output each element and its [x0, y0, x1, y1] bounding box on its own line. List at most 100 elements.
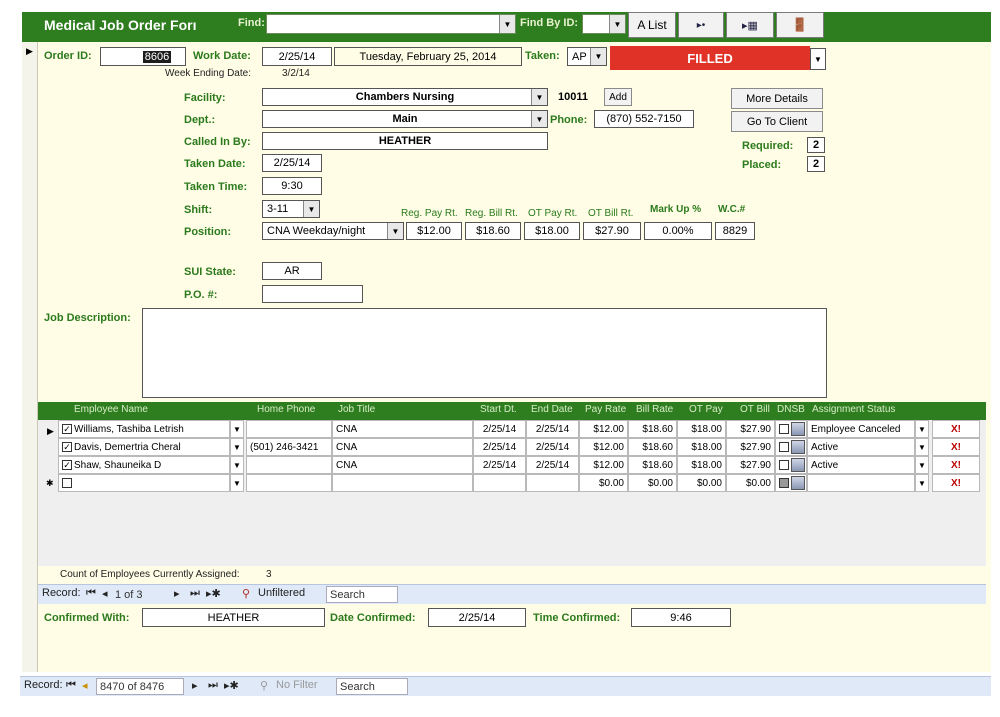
- employee-name-cell[interactable]: ✓ Williams, Tashiba Letrish: [58, 420, 230, 438]
- start-date-cell[interactable]: [473, 474, 526, 492]
- required-field[interactable]: 2: [807, 137, 825, 153]
- remove-assignment-button[interactable]: X!: [932, 474, 980, 492]
- search-box[interactable]: Search: [326, 586, 398, 603]
- taken-time-field[interactable]: 9:30: [262, 177, 322, 195]
- taken-combobox[interactable]: AP ▼: [567, 47, 607, 66]
- home-phone-cell[interactable]: [246, 456, 332, 474]
- job-description-field[interactable]: [142, 308, 827, 398]
- chevron-down-icon[interactable]: ▼: [590, 48, 606, 65]
- selected-checkbox[interactable]: ✓: [62, 460, 72, 470]
- remove-assignment-button[interactable]: X!: [932, 438, 980, 456]
- start-date-cell[interactable]: 2/25/14: [473, 420, 526, 438]
- chevron-down-icon[interactable]: ▼: [915, 438, 929, 456]
- chevron-down-icon[interactable]: ▼: [609, 15, 625, 33]
- more-details-button[interactable]: More Details: [731, 88, 823, 109]
- calendar-icon[interactable]: [791, 476, 805, 490]
- ot-pay-field[interactable]: $18.00: [524, 222, 580, 240]
- chevron-down-icon[interactable]: ▼: [230, 456, 244, 474]
- calendar-icon[interactable]: [791, 458, 805, 472]
- home-phone-cell[interactable]: [246, 420, 332, 438]
- next-record-icon[interactable]: ▸: [174, 587, 180, 600]
- employee-name-cell[interactable]: ✓ Shaw, Shauneika D: [58, 456, 230, 474]
- find-by-id-combobox[interactable]: ▼: [582, 14, 626, 34]
- first-record-icon[interactable]: ⏮: [86, 587, 96, 600]
- next-record-button[interactable]: ▸•: [678, 12, 724, 38]
- selected-checkbox[interactable]: ✓: [62, 424, 72, 434]
- search-box[interactable]: Search: [336, 678, 408, 695]
- bill-rate-cell[interactable]: $0.00: [628, 474, 677, 492]
- start-date-cell[interactable]: 2/25/14: [473, 438, 526, 456]
- chevron-down-icon[interactable]: ▼: [230, 420, 244, 438]
- record-position[interactable]: 1 of 3: [112, 586, 172, 603]
- bill-rate-cell[interactable]: $18.60: [628, 420, 677, 438]
- selected-checkbox[interactable]: ✓: [62, 442, 72, 452]
- sui-state-field[interactable]: AR: [262, 262, 322, 280]
- dnsb-checkbox[interactable]: [779, 442, 789, 452]
- reg-pay-field[interactable]: $12.00: [406, 222, 462, 240]
- record-selector-strip[interactable]: ▶: [22, 42, 38, 672]
- dnsb-checkbox[interactable]: [779, 460, 789, 470]
- next-record-icon[interactable]: ▸: [192, 679, 198, 692]
- called-in-by-field[interactable]: HEATHER: [262, 132, 548, 150]
- dnsb-checkbox[interactable]: [779, 424, 789, 434]
- filter-status[interactable]: Unfiltered: [258, 587, 305, 599]
- start-date-cell[interactable]: 2/25/14: [473, 456, 526, 474]
- ot-bill-cell[interactable]: $27.90: [726, 456, 775, 474]
- phone-field[interactable]: (870) 552-7150: [594, 110, 694, 128]
- new-record-button[interactable]: ▸▦: [726, 12, 774, 38]
- employee-name-cell[interactable]: ✓ Davis, Demertria Cheral: [58, 438, 230, 456]
- facility-combobox[interactable]: Chambers Nursing ▼: [262, 88, 548, 106]
- placed-field[interactable]: 2: [807, 156, 825, 172]
- ot-bill-cell[interactable]: $0.00: [726, 474, 775, 492]
- wc-field[interactable]: 8829: [715, 222, 755, 240]
- record-position[interactable]: 8470 of 8476: [96, 678, 184, 695]
- confirmed-with-field[interactable]: HEATHER: [142, 608, 325, 627]
- selected-checkbox[interactable]: [62, 478, 72, 488]
- assignment-status-cell[interactable]: [807, 474, 915, 492]
- ot-pay-cell[interactable]: $18.00: [677, 420, 726, 438]
- chevron-down-icon[interactable]: ▼: [230, 438, 244, 456]
- job-title-cell[interactable]: CNA: [332, 456, 473, 474]
- ot-pay-cell[interactable]: $18.00: [677, 456, 726, 474]
- position-combobox[interactable]: CNA Weekday/night ▼: [262, 222, 404, 240]
- chevron-down-icon[interactable]: ▼: [915, 456, 929, 474]
- markup-field[interactable]: 0.00%: [644, 222, 712, 240]
- chevron-down-icon[interactable]: ▼: [531, 89, 547, 105]
- last-record-icon[interactable]: ⏭: [208, 679, 218, 692]
- pay-rate-cell[interactable]: $12.00: [579, 438, 628, 456]
- chevron-down-icon[interactable]: ▼: [230, 474, 244, 492]
- end-date-cell[interactable]: 2/25/14: [526, 420, 579, 438]
- dnsb-checkbox[interactable]: [779, 478, 789, 488]
- remove-assignment-button[interactable]: X!: [932, 456, 980, 474]
- exit-button[interactable]: 🚪: [776, 12, 824, 38]
- dept-combobox[interactable]: Main ▼: [262, 110, 548, 128]
- end-date-cell[interactable]: 2/25/14: [526, 438, 579, 456]
- home-phone-cell[interactable]: (501) 246-3421: [246, 438, 332, 456]
- add-facility-button[interactable]: Add: [604, 88, 632, 106]
- chevron-down-icon[interactable]: ▼: [915, 420, 929, 438]
- previous-record-icon[interactable]: ◂: [102, 587, 108, 600]
- reg-bill-field[interactable]: $18.60: [465, 222, 521, 240]
- ot-pay-cell[interactable]: $18.00: [677, 438, 726, 456]
- work-date-field[interactable]: 2/25/14: [262, 47, 332, 66]
- chevron-down-icon[interactable]: ▼: [387, 223, 403, 239]
- go-to-client-button[interactable]: Go To Client: [731, 111, 823, 132]
- first-record-icon[interactable]: ⏮: [66, 679, 76, 692]
- remove-assignment-button[interactable]: X!: [932, 420, 980, 438]
- job-title-cell[interactable]: [332, 474, 473, 492]
- employee-name-cell[interactable]: [58, 474, 230, 492]
- ot-bill-cell[interactable]: $27.90: [726, 420, 775, 438]
- end-date-cell[interactable]: [526, 474, 579, 492]
- order-status-field[interactable]: FILLED: [610, 46, 810, 70]
- status-dropdown-button[interactable]: ▼: [810, 48, 826, 70]
- calendar-icon[interactable]: [791, 422, 805, 436]
- a-list-button[interactable]: A List: [628, 12, 676, 38]
- shift-combobox[interactable]: 3-11 ▼: [262, 200, 320, 218]
- new-record-icon[interactable]: ▸✱: [224, 679, 239, 692]
- chevron-down-icon[interactable]: ▼: [499, 15, 515, 33]
- new-record-icon[interactable]: ▸✱: [206, 587, 221, 600]
- chevron-down-icon[interactable]: ▼: [303, 201, 319, 217]
- find-combobox[interactable]: ▼: [266, 14, 516, 34]
- calendar-icon[interactable]: [791, 440, 805, 454]
- job-title-cell[interactable]: CNA: [332, 438, 473, 456]
